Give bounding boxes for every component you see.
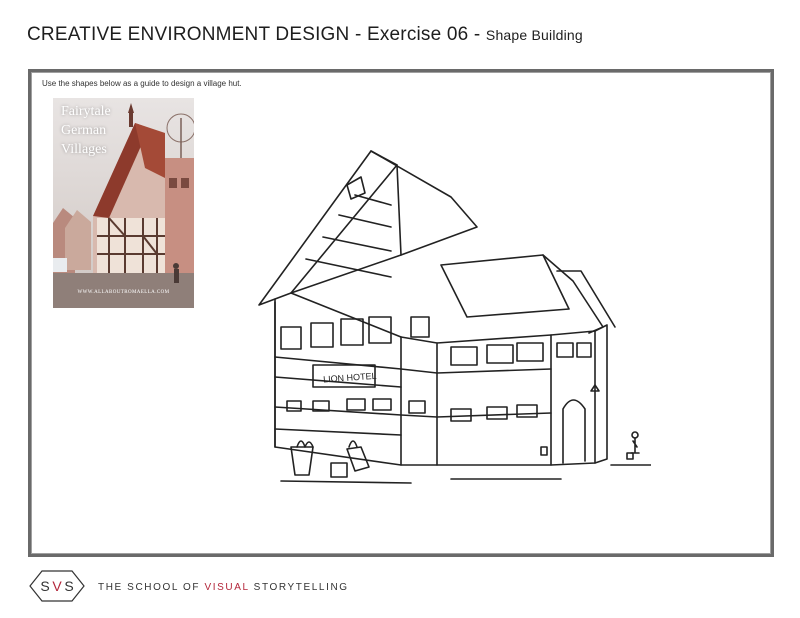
logo-letter-2: V [52, 578, 62, 594]
title-subtitle: Shape Building [485, 27, 583, 43]
footer-text-accent: VISUAL [204, 582, 250, 593]
reference-photo: Fairytale German Villages WWW.ALLABOUTRO… [53, 98, 194, 308]
logo-letter-1: S [40, 578, 49, 594]
hut-sketch: LION HOTEL [258, 150, 651, 484]
title-main: CREATIVE ENVIRONMENT DESIGN - Exercise 0… [27, 24, 486, 45]
footer-text-before: THE SCHOOL OF [98, 582, 205, 593]
hotel-sign-text: LION HOTEL [323, 371, 377, 385]
footer-tagline: THE SCHOOL OF VISUAL STORYTELLING [98, 582, 349, 593]
logo-letter-3: S [64, 578, 73, 594]
page-title: CREATIVE ENVIRONMENT DESIGN - Exercise 0… [27, 24, 583, 46]
exercise-frame: Use the shapes below as a guide to desig… [28, 69, 774, 557]
reference-url: WWW.ALLABOUTROMAELLA.COM [77, 290, 170, 295]
svs-logo: S V S [29, 570, 85, 602]
footer-text-after: STORYTELLING [249, 582, 349, 593]
instruction-text: Use the shapes below as a guide to desig… [42, 79, 242, 88]
reference-title: Fairytale German Villages [61, 104, 111, 157]
